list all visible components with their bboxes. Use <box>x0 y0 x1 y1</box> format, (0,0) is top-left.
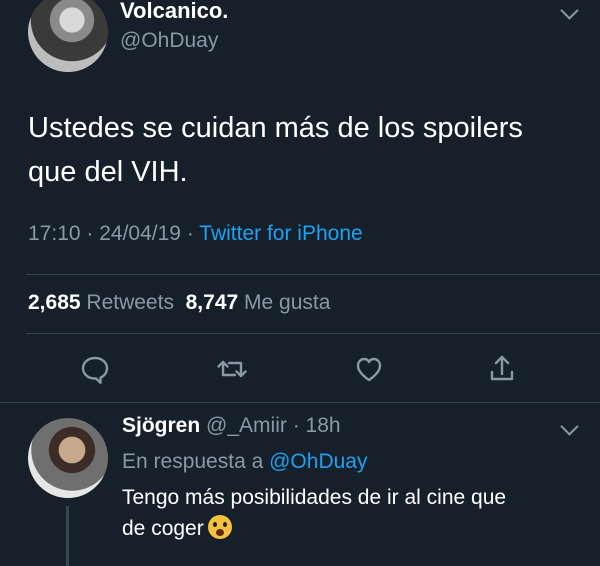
retweet-button[interactable] <box>212 349 252 389</box>
reply-text: Tengo más posibilidades de ir al cine qu… <box>122 482 582 544</box>
like-button[interactable] <box>349 349 389 389</box>
reply-icon <box>81 356 109 384</box>
separator: · <box>86 222 100 245</box>
share-icon <box>490 355 514 381</box>
divider <box>26 274 600 275</box>
replying-to: En respuesta a @OhDuay <box>122 450 367 474</box>
display-name[interactable]: Volcanico. <box>120 0 228 24</box>
chevron-down-icon[interactable] <box>560 1 579 20</box>
thread-line <box>66 506 69 566</box>
tweet-time: 17:10 <box>28 222 81 245</box>
separator: · <box>286 414 306 437</box>
chevron-down-icon[interactable] <box>560 417 579 436</box>
reply-text-line: Tengo más posibilidades de ir al cine qu… <box>122 486 507 509</box>
tweet-text-line: Ustedes se cuidan más de los spoilers <box>28 112 523 144</box>
tweet-text: Ustedes se cuidan más de los spoilers qu… <box>28 106 588 194</box>
share-button[interactable] <box>482 349 522 389</box>
reply-display-name[interactable]: Sjögren <box>122 414 200 437</box>
replying-to-label: En respuesta a <box>122 450 264 473</box>
reply-text-segment: de coger <box>122 517 204 540</box>
scream-emoji-icon <box>207 515 232 539</box>
retweets-stat[interactable]: 2,685 Retweets <box>28 291 174 314</box>
reply-timestamp[interactable]: 18h <box>306 414 341 437</box>
retweet-icon <box>217 360 247 378</box>
retweets-label: Retweets <box>86 291 174 314</box>
tweet-meta: 17:10 · 24/04/19 · Twitter for iPhone <box>28 222 363 246</box>
separator: · <box>186 222 200 245</box>
reply-text-line: de coger <box>122 513 582 544</box>
reply-header: Sjögren @_Amiir · 18h <box>122 414 341 438</box>
avatar[interactable] <box>28 0 108 72</box>
reply-button[interactable] <box>75 349 115 389</box>
reply-avatar[interactable] <box>28 418 108 498</box>
tweet-date: 24/04/19 <box>99 222 181 245</box>
likes-label: Me gusta <box>244 291 331 314</box>
tweet-source-link[interactable]: Twitter for iPhone <box>199 222 362 245</box>
divider <box>0 402 600 403</box>
likes-count: 8,747 <box>185 291 239 314</box>
replying-to-handle[interactable]: @OhDuay <box>269 450 367 473</box>
likes-stat[interactable]: 8,747 Me gusta <box>186 291 331 314</box>
user-handle[interactable]: @OhDuay <box>120 29 218 53</box>
tweet-stats: 2,685 Retweets 8,747 Me gusta <box>28 291 330 315</box>
divider <box>26 333 600 334</box>
reply-user-handle[interactable]: @_Amiir <box>206 414 287 437</box>
like-icon <box>356 357 382 382</box>
tweet-text-line: que del VIH. <box>28 156 188 188</box>
retweets-count: 2,685 <box>28 291 81 314</box>
